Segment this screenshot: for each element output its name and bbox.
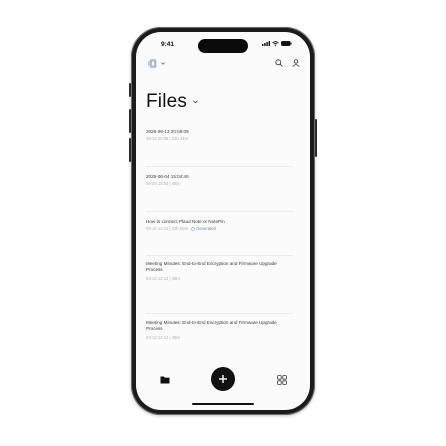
file-meta: 03-12 14:12 | 45m bbox=[146, 335, 180, 340]
tab-bar bbox=[136, 366, 310, 396]
action-button bbox=[129, 83, 131, 97]
volume-up-button bbox=[129, 109, 131, 133]
file-item[interactable]: Meeting Minutes: End-to-End Encryption a… bbox=[146, 256, 293, 314]
sparkle-icon bbox=[191, 227, 195, 231]
power-button bbox=[315, 119, 317, 157]
header-actions bbox=[275, 59, 300, 67]
device-icon bbox=[148, 59, 157, 68]
file-meta: 08-13 20:06 | 24h 44m bbox=[146, 136, 189, 141]
page-title-selector[interactable]: Files bbox=[146, 91, 198, 113]
file-list: 2025-08-13 20:06:09 08-13 20:06 | 24h 44… bbox=[146, 129, 293, 360]
folder-icon[interactable] bbox=[160, 375, 170, 384]
phone-frame: 9:41 Files 2025-08-13 20:06:09 08-13 20:… bbox=[129, 27, 317, 415]
file-meta-row: 03-12 14:12 | 23h 59m Generated bbox=[146, 226, 293, 232]
generated-badge: Generated bbox=[191, 226, 216, 232]
file-title: How to connect Plaud Note or NotePin bbox=[146, 219, 225, 224]
status-time: 9:41 bbox=[161, 41, 175, 48]
chevron-down-icon bbox=[161, 62, 165, 65]
wifi-icon bbox=[272, 41, 279, 46]
add-button[interactable] bbox=[211, 367, 235, 391]
file-meta: 03-12 14:12 | 23h 59m bbox=[146, 226, 189, 231]
status-bar: 9:41 bbox=[136, 32, 310, 56]
file-title: 2025-08-13 20:06:09 bbox=[146, 129, 189, 134]
dynamic-island bbox=[198, 39, 248, 53]
file-meta: 06-04 15:04 | 48m bbox=[146, 181, 180, 186]
screen: 9:41 Files 2025-08-13 20:06:09 08-13 20:… bbox=[136, 32, 310, 410]
search-icon[interactable] bbox=[275, 59, 283, 67]
grid-icon[interactable] bbox=[277, 375, 287, 385]
app-header bbox=[146, 59, 300, 71]
file-title: Meeting Minutes: End-to-End Encryption a… bbox=[146, 261, 277, 272]
battery-icon bbox=[281, 41, 292, 46]
page-title: Files bbox=[146, 91, 188, 112]
generated-label: Generated bbox=[196, 226, 216, 231]
status-icons bbox=[262, 41, 292, 46]
chevron-down-icon bbox=[193, 100, 198, 104]
file-item[interactable]: How to connect Plaud Note or NotePin 03-… bbox=[146, 212, 293, 256]
file-title: 2025-06-04 15:04:46 bbox=[146, 174, 189, 179]
file-item[interactable]: 2025-08-13 20:06:09 08-13 20:06 | 24h 44… bbox=[146, 129, 293, 167]
volume-down-button bbox=[129, 138, 131, 162]
file-title: Meeting Minutes: End-to-End Encryption a… bbox=[146, 320, 277, 331]
person-icon[interactable] bbox=[292, 59, 300, 67]
signal-icon bbox=[262, 41, 270, 46]
file-item[interactable]: 2025-06-04 15:04:46 06-04 15:04 | 48m bbox=[146, 167, 293, 212]
home-indicator[interactable] bbox=[192, 403, 254, 405]
device-selector[interactable] bbox=[148, 59, 165, 68]
plus-icon bbox=[219, 375, 227, 383]
file-item[interactable]: Meeting Minutes: End-to-End Encryption a… bbox=[146, 314, 293, 360]
file-meta: 03-12 14:12 | 45m bbox=[146, 276, 180, 281]
